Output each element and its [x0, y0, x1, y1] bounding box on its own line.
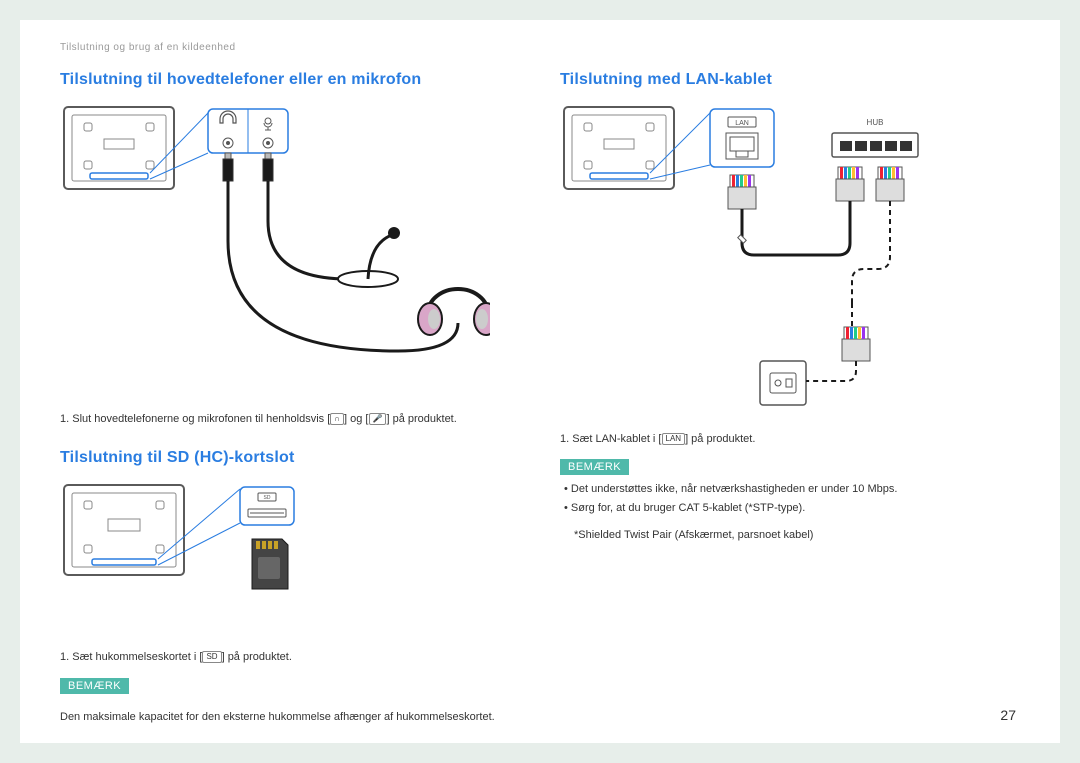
- note-badge-sd: BEMÆRK: [60, 678, 129, 694]
- bullet-lan-2b: *Shielded Twist Pair (Afskærmet, parsnoe…: [574, 527, 1020, 544]
- step-sd-b: ] på produktet.: [222, 651, 292, 663]
- rj45-plug-2: [836, 167, 864, 201]
- heading-lan: Tilslutning med LAN-kablet: [560, 71, 1020, 89]
- step-text-1b: ] og [: [344, 413, 368, 425]
- step-headphones: 1. Slut hovedtelefonerne og mikrofonen t…: [60, 412, 520, 427]
- rj45-plug-4: [842, 327, 870, 361]
- hub-label: HUB: [867, 118, 884, 127]
- step-lan-a: 1. Sæt LAN-kablet i [: [560, 433, 662, 445]
- step-text-1a: 1. Slut hovedtelefonerne og mikrofonen t…: [60, 413, 330, 425]
- heading-headphones-mic: Tilslutning til hovedtelefoner eller en …: [60, 71, 520, 89]
- step-lan-b: ] på produktet.: [685, 433, 755, 445]
- sd-icon: SD: [202, 651, 221, 663]
- step-sd-a: 1. Sæt hukommelseskortet i [: [60, 651, 202, 663]
- lan-inline-label: LAN: [662, 433, 686, 445]
- rj45-plug-3: [876, 167, 904, 201]
- mic-icon: 🎤: [369, 413, 387, 425]
- bullet-lan-1: Det understøttes ikke, når netværkshasti…: [564, 481, 1020, 498]
- diagram-sd: SD: [60, 481, 520, 636]
- page-header: Tilslutning og brug af en kildeenhed: [60, 42, 1020, 53]
- svg-text:SD: SD: [264, 495, 271, 501]
- bullet-lan-2: Sørg for, at du bruger CAT 5-kablet (*ST…: [564, 500, 1020, 517]
- note-badge-lan: BEMÆRK: [560, 459, 629, 475]
- step-sd: 1. Sæt hukommelseskortet i [SD] på produ…: [60, 650, 520, 665]
- content-columns: Tilslutning til hovedtelefoner eller en …: [60, 71, 1020, 736]
- heading-sd-slot: Tilslutning til SD (HC)-kortslot: [60, 449, 520, 467]
- diagram-lan: LAN HUB: [560, 103, 1020, 418]
- right-column: Tilslutning med LAN-kablet: [560, 71, 1020, 736]
- lan-port-label: LAN: [735, 120, 749, 127]
- headphone-icon: ∩: [330, 413, 344, 425]
- diagram-headphones-mic: [60, 103, 520, 398]
- left-column: Tilslutning til hovedtelefoner eller en …: [60, 71, 520, 736]
- note-sd: Den maksimale kapacitet for den eksterne…: [60, 709, 520, 726]
- manual-page: Tilslutning og brug af en kildeenhed Til…: [20, 20, 1060, 743]
- step-lan: 1. Sæt LAN-kablet i [LAN] på produktet.: [560, 432, 1020, 447]
- step-text-1c: ] på produktet.: [386, 413, 456, 425]
- page-number: 27: [1000, 707, 1016, 723]
- rj45-plug-1: [728, 175, 756, 209]
